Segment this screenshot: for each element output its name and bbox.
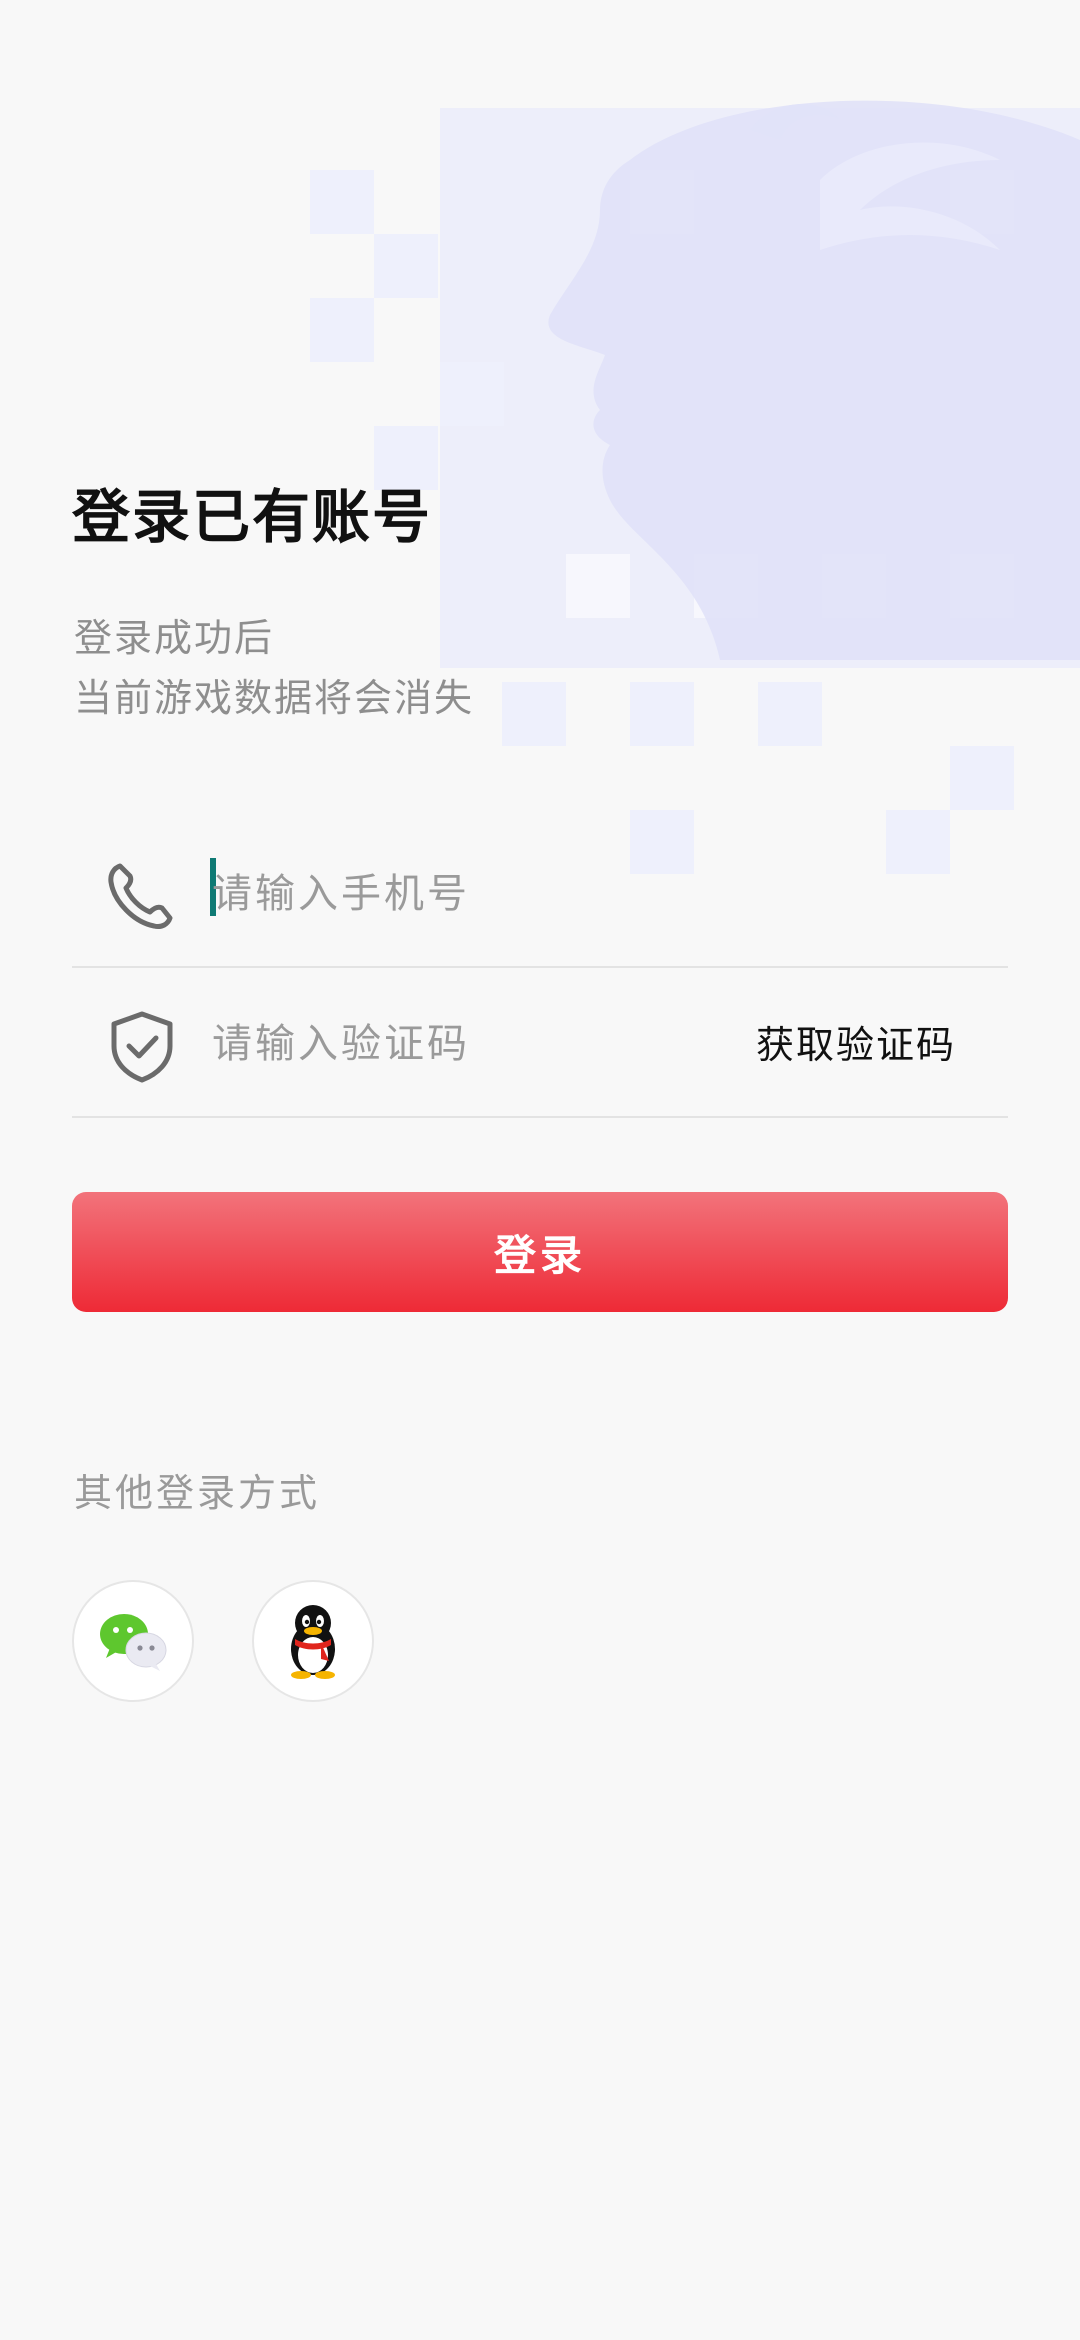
page-title: 登录已有账号 xyxy=(72,483,433,551)
verification-code-input[interactable] xyxy=(212,1004,712,1084)
phone-icon xyxy=(108,863,173,929)
phone-field-row xyxy=(72,816,1008,968)
get-code-button[interactable]: 获取验证码 xyxy=(756,1014,956,1069)
code-field-row: 获取验证码 xyxy=(72,966,1008,1118)
wechat-login-button[interactable] xyxy=(72,1580,194,1702)
shield-check-icon xyxy=(111,1011,173,1083)
login-button[interactable]: 登录 xyxy=(72,1192,1008,1312)
subtitle-line: 登录成功后 xyxy=(74,616,275,660)
subtitle-line: 当前游戏数据将会消失 xyxy=(74,676,475,720)
page-subtitle: 登录成功后 当前游戏数据将会消失 xyxy=(74,608,474,728)
qq-login-button[interactable] xyxy=(252,1580,374,1702)
qq-icon xyxy=(291,1605,335,1679)
other-login-label: 其他登录方式 xyxy=(74,1471,321,1515)
phone-input[interactable] xyxy=(212,854,772,934)
wechat-icon xyxy=(100,1614,167,1671)
